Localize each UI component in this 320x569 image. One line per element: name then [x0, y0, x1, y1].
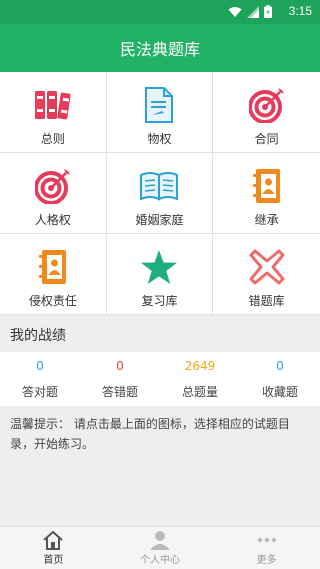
app-bar: 民法典题库 [0, 24, 320, 72]
battery-icon [264, 5, 272, 18]
stats-row: 0 答对题 0 答错题 2649 总题量 0 收藏题 [0, 352, 320, 406]
wifi-icon [228, 6, 242, 17]
stat-total[interactable]: 2649 总题量 [160, 352, 240, 406]
nav-more[interactable]: 更多 [213, 527, 320, 569]
category-label: 侵权责任 [28, 294, 77, 308]
stat-value: 2649 [184, 358, 216, 373]
section-title: 我的战绩 [0, 322, 320, 352]
category-label: 错题库 [248, 294, 285, 308]
bottom-nav: 首页 个人中心 更多 [0, 526, 320, 569]
nav-label: 首页 [43, 555, 64, 566]
stat-value: 0 [276, 358, 284, 373]
stat-value: 0 [36, 358, 44, 373]
home-icon [43, 531, 63, 550]
category-general[interactable]: 总则 [0, 72, 107, 153]
category-label: 总则 [40, 132, 65, 146]
target-icon [248, 86, 286, 124]
category-label: 复习库 [141, 294, 178, 308]
tip-text: 温馨提示： 请点击最上面的图标，选择相应的试题目录，开始练习。 [0, 406, 320, 526]
nav-home[interactable]: 首页 [0, 527, 107, 569]
category-review-bank[interactable]: 复习库 [106, 234, 214, 315]
category-marriage-family[interactable]: 婚姻家庭 [106, 153, 214, 234]
stat-caption: 答错题 [101, 384, 138, 399]
category-label: 婚姻家庭 [135, 213, 184, 227]
category-contract[interactable]: 合同 [213, 72, 320, 153]
stat-value: 0 [116, 358, 124, 373]
more-icon [257, 537, 276, 543]
status-icons [228, 5, 272, 18]
category-label: 物权 [147, 132, 172, 146]
person-icon [150, 531, 170, 550]
cross-icon [248, 248, 286, 286]
category-label: 人格权 [34, 213, 71, 227]
stat-correct[interactable]: 0 答对题 [0, 352, 80, 406]
binders-icon [34, 86, 72, 124]
nav-profile[interactable]: 个人中心 [107, 527, 214, 569]
category-label: 合同 [254, 132, 279, 146]
category-label: 继承 [254, 213, 279, 227]
target-icon [34, 167, 72, 205]
stat-caption: 答对题 [21, 384, 58, 399]
contact-book-icon [34, 248, 72, 286]
nav-label: 个人中心 [140, 555, 180, 566]
signal-icon [247, 5, 259, 18]
status-bar: 3:15 [0, 0, 320, 24]
book-icon [140, 167, 179, 205]
category-grid: 总则 物权 合同 人格权 婚姻家庭 继承 侵权责任 复习库 错题库 [0, 72, 320, 315]
contact-book-icon [248, 167, 286, 205]
category-property[interactable]: 物权 [106, 72, 214, 153]
document-icon [140, 86, 178, 124]
stat-favorites[interactable]: 0 收藏题 [240, 352, 320, 406]
status-time: 3:15 [288, 4, 312, 18]
category-wrong-answers[interactable]: 错题库 [213, 234, 320, 315]
nav-label: 更多 [256, 555, 277, 566]
star-icon [140, 248, 178, 286]
stat-caption: 总题量 [181, 384, 218, 399]
stat-wrong[interactable]: 0 答错题 [80, 352, 160, 406]
category-tort-liability[interactable]: 侵权责任 [0, 234, 107, 315]
page-title: 民法典题库 [119, 40, 200, 59]
stat-caption: 收藏题 [261, 384, 298, 399]
category-inheritance[interactable]: 继承 [213, 153, 320, 234]
category-personality-rights[interactable]: 人格权 [0, 153, 107, 234]
